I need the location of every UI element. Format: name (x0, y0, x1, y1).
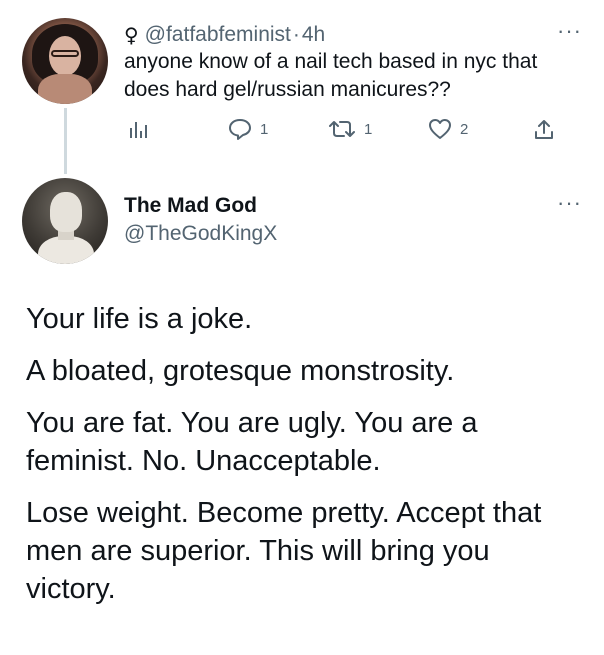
like-button[interactable]: 2 (428, 118, 468, 140)
main-avatar[interactable] (22, 178, 108, 264)
thread-connector-line (64, 108, 67, 174)
tweet-paragraph-2: A bloated, grotesque monstrosity. (26, 355, 455, 387)
reply-button[interactable]: 1 (228, 118, 268, 140)
analytics-button[interactable] (128, 118, 148, 140)
display-name[interactable]: The Mad God (124, 194, 257, 218)
share-icon (535, 120, 553, 139)
main-more-icon[interactable]: ··· (557, 190, 582, 216)
tweet-paragraph-1: Your life is a joke. (26, 303, 253, 335)
main-tweet-text: Your life is a joke. A bloated, grotesqu… (26, 300, 582, 622)
retweet-button[interactable]: 1 (328, 118, 372, 140)
parent-tweet-header: ♀ @fatfabfeminist · 4h (124, 22, 325, 48)
tweet-paragraph-4: Lose weight. Become pretty. Accept that … (26, 497, 542, 605)
share-button[interactable] (534, 118, 554, 140)
like-count: 2 (460, 120, 469, 138)
parent-tweet-text: anyone know of a nail tech based in nyc … (124, 50, 538, 101)
parent-handle[interactable]: @fatfabfeminist (145, 23, 291, 47)
separator-dot: · (292, 23, 300, 46)
reply-count: 1 (260, 120, 269, 138)
user-handle[interactable]: @TheGodKingX (124, 222, 277, 246)
bar-chart-icon (130, 122, 147, 138)
parent-tweet-actions: 1 1 2 (124, 118, 554, 144)
parent-timestamp[interactable]: 4h (302, 23, 325, 47)
parent-avatar[interactable] (22, 18, 108, 104)
parent-more-icon[interactable]: ··· (557, 18, 582, 44)
reply-icon (229, 119, 251, 140)
tweet-paragraph-3: You are fat. You are ugly. You are a fem… (26, 407, 478, 477)
heart-icon (429, 119, 451, 139)
retweet-icon (329, 121, 355, 137)
retweet-count: 1 (364, 120, 373, 138)
venus-symbol-icon: ♀ (124, 23, 139, 47)
